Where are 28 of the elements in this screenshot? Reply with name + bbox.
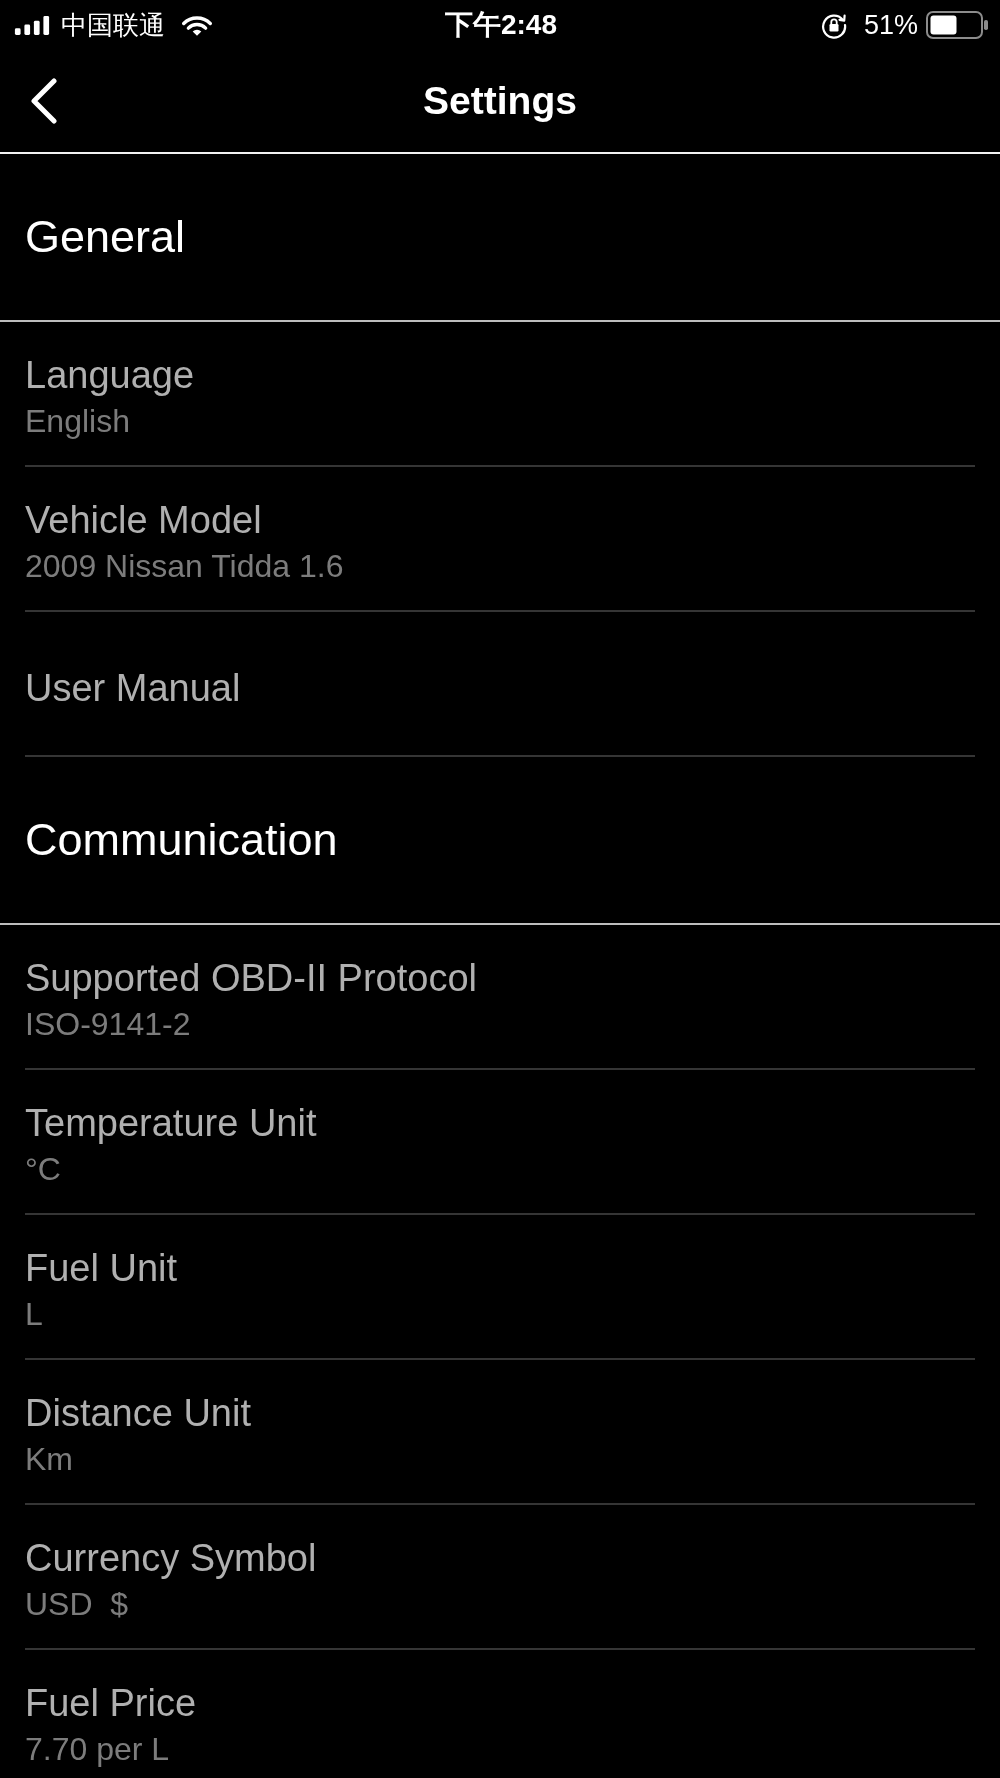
setting-label[interactable]: User Manual [25, 664, 241, 711]
setting-label[interactable]: Fuel Price [25, 1680, 197, 1726]
battery-icon [926, 11, 988, 39]
setting-label[interactable]: Distance Unit [25, 1389, 251, 1436]
section-title: Communication [25, 813, 338, 867]
setting-value: ISO-9141-2 [25, 1004, 191, 1044]
setting-label[interactable]: Temperature Unit [25, 1099, 317, 1146]
setting-label[interactable]: Vehicle Model [25, 496, 262, 543]
rotation-lock-icon [819, 11, 848, 39]
setting-label[interactable]: Currency Symbol [25, 1534, 317, 1581]
setting-value: English [25, 401, 130, 441]
setting-value: 2009 Nissan Tidda 1.6 [25, 546, 344, 586]
battery-percent: 51% [863, 10, 918, 40]
setting-value: °C [25, 1149, 61, 1189]
setting-value: Km [25, 1439, 73, 1479]
setting-value: USD $ [25, 1584, 129, 1624]
setting-value: 7.70 per L [25, 1730, 170, 1769]
setting-value: L [25, 1294, 43, 1334]
wifi-icon [182, 14, 212, 36]
status-time: 下午2:48 [444, 9, 557, 41]
carrier-name: 中国联通 [61, 10, 165, 40]
chevron-left-icon [30, 78, 58, 124]
setting-label[interactable]: Fuel Unit [25, 1244, 178, 1291]
signal-icon [14, 15, 50, 35]
setting-label[interactable]: Supported OBD-II Protocol [25, 954, 477, 1001]
page-title: Settings [423, 78, 577, 124]
setting-label[interactable]: Language [25, 351, 195, 398]
section-title: General [25, 210, 186, 264]
